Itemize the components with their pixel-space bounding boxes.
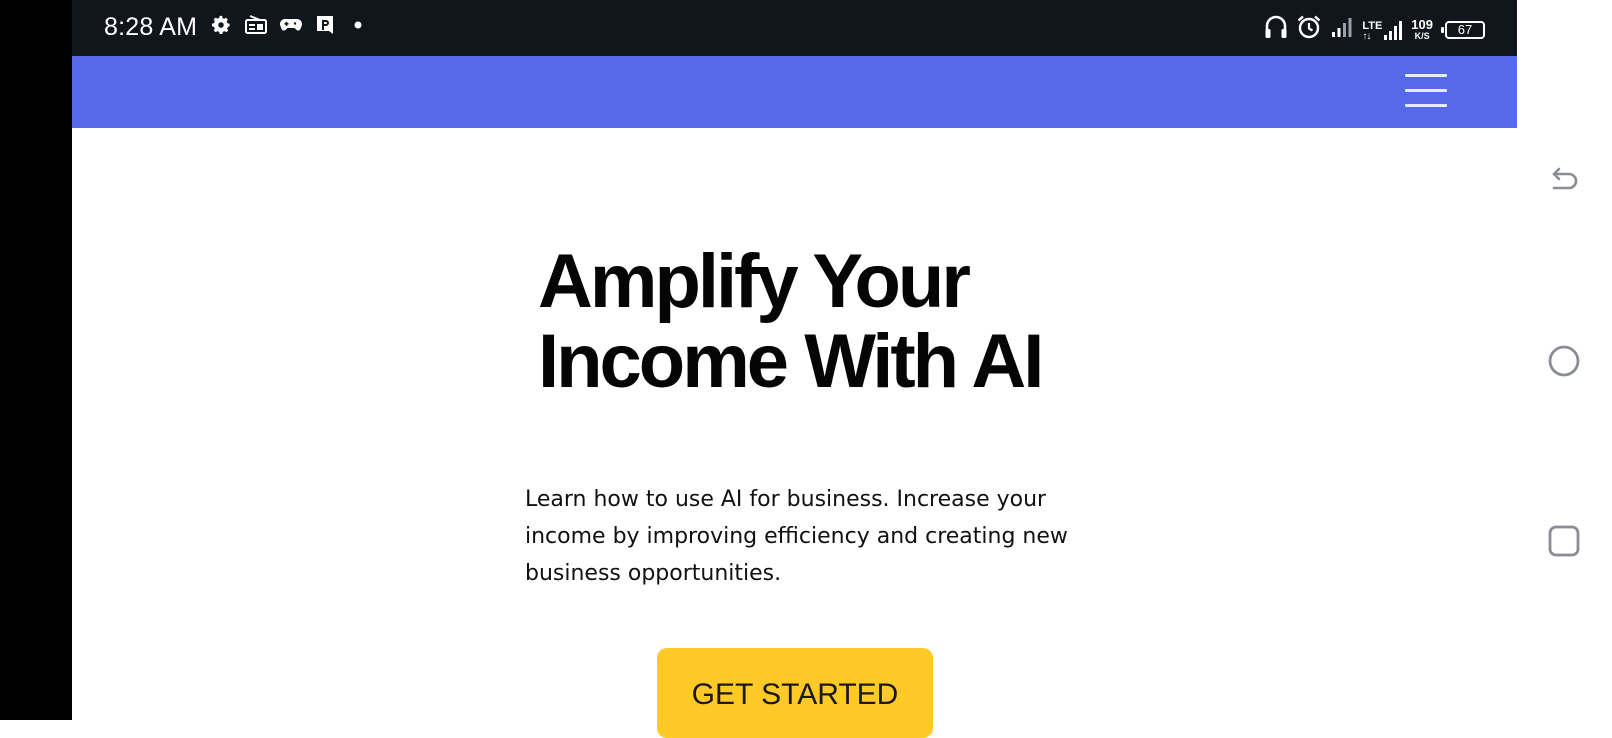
app-p-icon (314, 14, 336, 36)
left-edge-bar (0, 0, 72, 720)
status-time: 8:28 AM (104, 13, 198, 41)
alarm-icon (1296, 14, 1322, 45)
hero-description-line2: income by improving efficiency and creat… (525, 524, 1068, 549)
gamepad-icon (280, 17, 302, 33)
back-icon[interactable] (1547, 164, 1581, 198)
speed-value: 109 (1411, 17, 1433, 32)
status-bar: 8:28 AM LTE ↑↓ 109 K/S 67 (72, 0, 1517, 56)
hero-description-line1: Learn how to use AI for business. Increa… (525, 487, 1047, 512)
speed-unit: K/S (1414, 31, 1430, 41)
hero-title: Amplify Your Income With AI (538, 242, 1098, 402)
system-nav-bar (1517, 0, 1612, 720)
network-type: LTE (1362, 19, 1383, 32)
settings-icon (210, 14, 232, 36)
site-header (72, 56, 1517, 128)
hero-title-line1: Amplify Your (538, 239, 971, 324)
hero-description: Learn how to use AI for business. Increa… (525, 481, 1085, 592)
lte-signal-icon: LTE ↑↓ (1362, 18, 1403, 42)
signal-icon (1330, 15, 1354, 44)
hamburger-menu-icon[interactable] (1405, 66, 1447, 112)
recents-square-icon[interactable] (1547, 524, 1581, 558)
home-circle-icon[interactable] (1547, 344, 1581, 378)
battery-indicator: 67 (1441, 20, 1485, 39)
dot-icon (348, 15, 368, 35)
hero-description-line3: business opportunities. (525, 561, 782, 586)
status-icons-left (210, 14, 368, 36)
status-icons-right: LTE ↑↓ 109 K/S 67 (1264, 14, 1485, 45)
network-speed: 109 K/S (1411, 18, 1433, 41)
hero-title-line2: Income With AI (538, 319, 1044, 404)
radio-icon (244, 15, 268, 35)
get-started-button[interactable]: GET STARTED (657, 648, 933, 738)
headphones-icon (1264, 14, 1288, 45)
battery-level: 67 (1457, 22, 1473, 37)
